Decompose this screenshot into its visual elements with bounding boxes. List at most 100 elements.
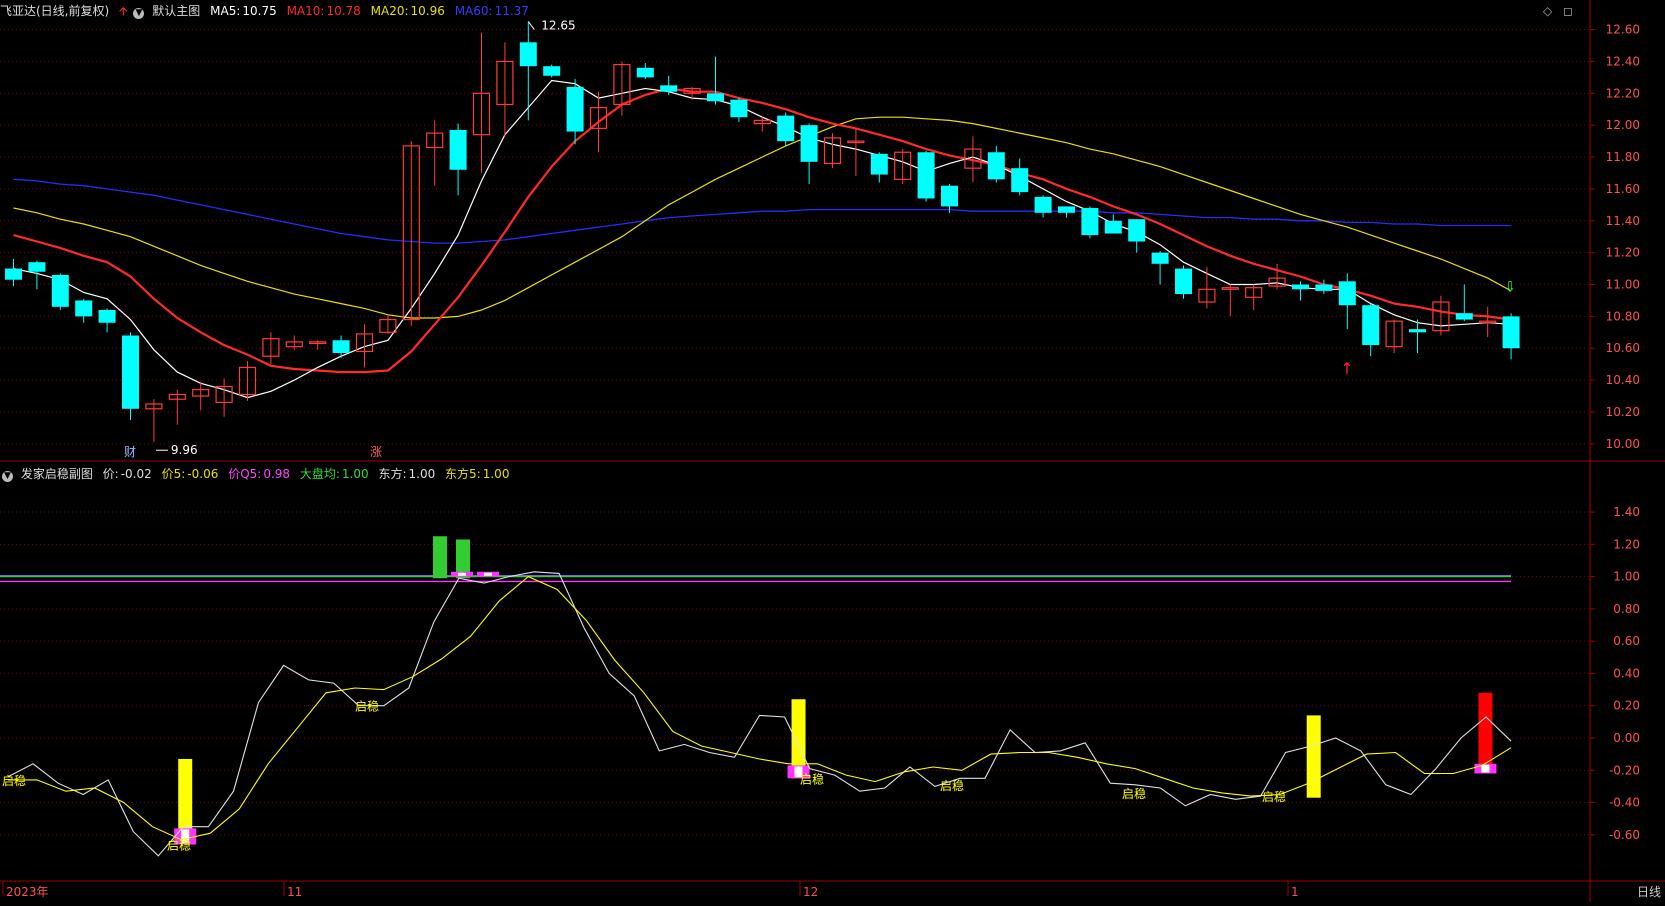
high-label: 12.65 — [541, 19, 575, 33]
chevron-down-icon[interactable]: ▼ — [2, 471, 13, 482]
white-core — [458, 572, 466, 576]
sub-tick-label: 0.20 — [1613, 699, 1640, 713]
green-down-arrow-marker: ⇩ — [1504, 280, 1516, 296]
timeframe-label[interactable]: 日线 — [1637, 883, 1661, 900]
ma60-line — [13, 178, 1512, 244]
jia-value: -0.02 — [120, 467, 152, 481]
date-tick-label: 11 — [287, 885, 302, 899]
price-tick-label: 10.00 — [1606, 437, 1640, 451]
chevron-down-icon[interactable]: ▼ — [133, 8, 145, 19]
price-tick-label: 12.60 — [1606, 23, 1640, 37]
white-core — [484, 572, 492, 576]
price-tick-label: 10.60 — [1606, 341, 1640, 355]
candle-body — [1151, 252, 1169, 264]
ma60-label: MA60: — [454, 4, 493, 18]
price-tick-label: 12.40 — [1606, 54, 1640, 68]
candle-body — [1338, 281, 1356, 306]
ma5-readout: MA5: 10.75 — [210, 4, 277, 18]
candle-body — [566, 86, 584, 132]
ma10-value: 10.78 — [326, 4, 361, 18]
main-chart-name[interactable]: 默认主图 — [152, 4, 200, 18]
candle-body — [449, 129, 467, 170]
price-tick-label: 11.00 — [1606, 278, 1640, 292]
candle-body — [777, 115, 795, 142]
candle-body — [1502, 316, 1520, 349]
ma60-readout: MA60: 11.37 — [455, 4, 529, 18]
sub-tick-label: 0.80 — [1613, 602, 1640, 616]
price-tick-label: 11.80 — [1606, 150, 1640, 164]
candle-body — [28, 262, 46, 272]
price-tick-label: 10.20 — [1606, 405, 1640, 419]
sub-tick-label: 0.60 — [1613, 634, 1640, 648]
candle-body — [1128, 219, 1146, 242]
ma10-readout: MA10: 10.78 — [287, 4, 361, 18]
jiaq5-label: 价Q5: — [228, 467, 262, 481]
dapan-value: 1.00 — [341, 467, 369, 481]
qiwen-label: 启稳 — [2, 773, 26, 788]
ma60-value: 11.37 — [494, 4, 529, 18]
price-tick-label: 12.00 — [1606, 118, 1640, 132]
jiaq5-value: 0.98 — [263, 467, 291, 481]
indicator-name[interactable]: 发家启稳副图 — [21, 467, 93, 481]
price-tick-label: 10.80 — [1606, 309, 1640, 323]
jia5-value: -0.06 — [187, 467, 219, 481]
candle-body — [1409, 329, 1426, 333]
candle-body — [1455, 313, 1473, 320]
sub-tick-label: 1.20 — [1613, 537, 1640, 551]
low-label: 9.96 — [171, 443, 198, 457]
qiwen-label: 启稳 — [800, 771, 824, 786]
candle-body — [543, 66, 561, 76]
candle-body — [1034, 196, 1052, 213]
red-up-arrow-icon: 🡩 — [119, 4, 128, 18]
jia-label: 价: — [102, 467, 119, 481]
candle-body — [1104, 220, 1122, 234]
price-tick-label: 12.20 — [1606, 86, 1640, 100]
jiaq5-readout: 价Q5: 0.98 — [228, 467, 290, 481]
dongfang-value: 1.00 — [408, 467, 436, 481]
dongfang-readout: 东方: 1.00 — [378, 467, 435, 481]
price-tick-label: 11.40 — [1606, 214, 1640, 228]
ma10-label: MA10: — [286, 4, 325, 18]
qiwen-label: 启稳 — [355, 699, 379, 714]
candle-body — [1315, 284, 1333, 291]
qiwen-label: 启稳 — [1122, 786, 1146, 801]
date-tick-label: 1 — [1291, 885, 1299, 899]
high-pointer — [527, 21, 535, 30]
candle-body — [660, 85, 678, 92]
candle-body — [1362, 305, 1380, 346]
stock-chart-canvas[interactable]: 12.6012.4012.2012.0011.8011.6011.4011.20… — [0, 0, 1665, 902]
white-core — [1481, 764, 1490, 773]
ma5-value: 10.75 — [242, 4, 277, 18]
dongfang5-readout: 东方5: 1.00 — [445, 467, 509, 481]
candle-body — [1058, 206, 1075, 213]
candle-body — [519, 42, 537, 67]
dongfang-label: 东方: — [378, 467, 407, 481]
sub-tick-label: 0.00 — [1613, 731, 1640, 745]
candle-body — [75, 300, 93, 317]
candle-body — [636, 67, 654, 78]
diamond-icon[interactable]: ◇ — [1543, 4, 1552, 18]
dongfang5-label: 东方5: — [445, 467, 481, 481]
qiwen-label: 启稳 — [1262, 789, 1286, 804]
candle-body — [800, 125, 818, 162]
candle-body — [730, 99, 748, 118]
candle-body — [1011, 168, 1029, 193]
candle-body — [51, 274, 69, 307]
chart-window: 12.60 12.40 12.20 12.00 11.80 11.60 11.40 11.20… — [0, 0, 1665, 902]
dapan-readout: 大盘均: 1.00 — [300, 467, 369, 481]
candle-body — [1175, 268, 1192, 295]
expand-icon[interactable]: ◻ — [1563, 4, 1573, 18]
price-tick-label: 11.20 — [1606, 246, 1640, 260]
stock-name[interactable]: 飞亚达(日线,前复权) — [0, 4, 109, 18]
signal-bar — [1306, 715, 1321, 798]
jia5-label: 价5: — [161, 467, 186, 481]
jia5-readout: 价5: -0.06 — [162, 467, 219, 481]
candle-body — [5, 268, 22, 280]
ma20-line — [13, 116, 1512, 319]
qiwen-label: 启稳 — [940, 778, 964, 793]
jia-readout: 价: -0.02 — [103, 467, 152, 481]
candle-body — [332, 340, 350, 354]
qiwen-label: 启稳 — [167, 837, 191, 852]
candle-body — [122, 335, 139, 409]
price-tick-label: 11.60 — [1606, 182, 1640, 196]
